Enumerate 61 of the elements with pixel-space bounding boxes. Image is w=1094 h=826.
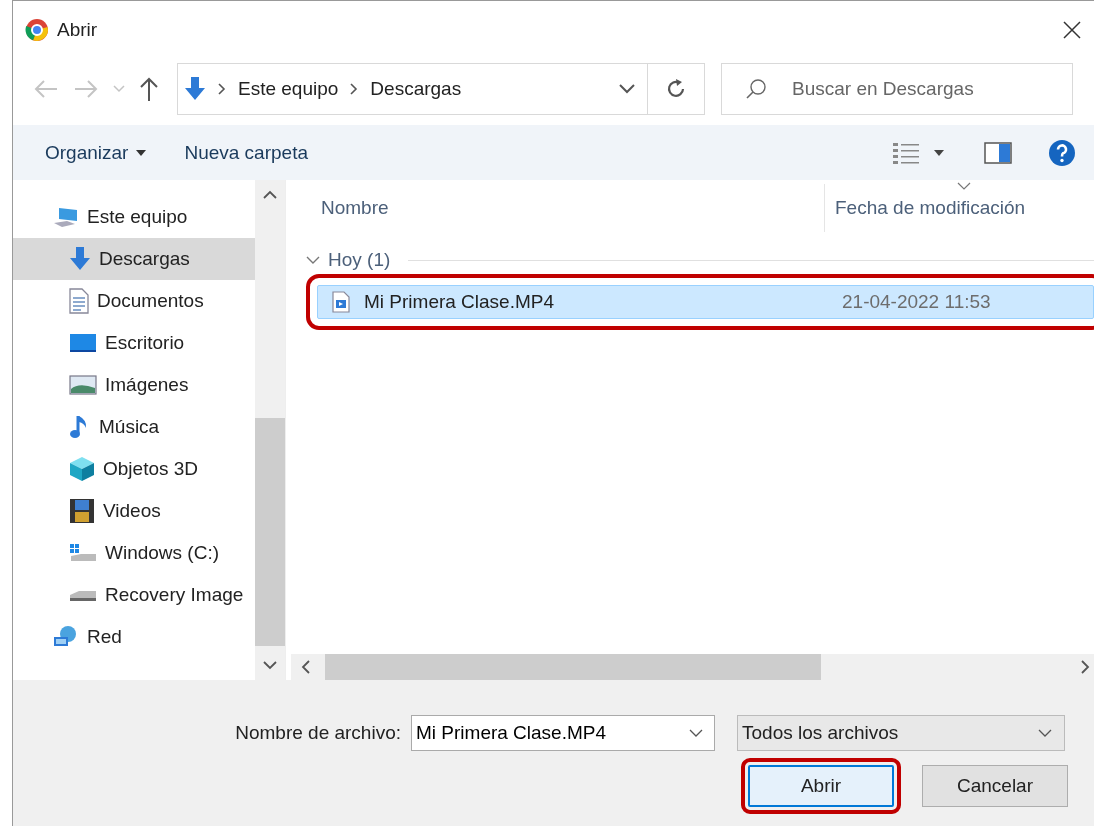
cube-icon xyxy=(69,456,95,482)
cancel-button[interactable]: Cancelar xyxy=(922,765,1068,807)
chevron-right-icon xyxy=(218,83,226,95)
group-header[interactable]: Hoy (1) xyxy=(328,249,391,271)
column-header[interactable]: Fecha de modificación xyxy=(824,183,1026,232)
drive-icon xyxy=(69,588,97,602)
file-name-label: Nombre de archivo: xyxy=(234,722,402,744)
sidebar-item[interactable]: Imágenes xyxy=(13,364,255,406)
chevron-down-icon xyxy=(1038,729,1052,737)
scroll-down-icon[interactable] xyxy=(263,660,277,670)
computer-icon xyxy=(53,206,79,228)
file-name-field[interactable]: Mi Primera Clase.MP4 xyxy=(411,715,715,751)
sidebar-item[interactable]: Este equipo xyxy=(13,196,255,238)
close-icon[interactable] xyxy=(1062,19,1082,40)
up-arrow-icon[interactable] xyxy=(139,76,159,102)
sidebar-item[interactable]: Escritorio xyxy=(13,322,255,364)
sidebar-item[interactable]: Objetos 3D xyxy=(13,448,255,490)
download-icon xyxy=(69,247,91,271)
scroll-left-icon[interactable] xyxy=(301,660,311,674)
new-folder-button[interactable]: Nueva carpeta xyxy=(172,135,320,170)
chevron-down-icon[interactable] xyxy=(689,729,703,737)
refresh-icon xyxy=(665,78,687,100)
sidebar-item[interactable]: Descargas xyxy=(13,238,255,280)
download-icon xyxy=(184,77,206,101)
search-icon xyxy=(745,78,767,100)
picture-icon xyxy=(69,374,97,396)
window-title: Abrir xyxy=(57,18,99,41)
sidebar-item[interactable]: Windows (C:) xyxy=(13,532,255,574)
breadcrumb[interactable]: Este equipo xyxy=(238,78,339,100)
help-icon[interactable] xyxy=(1048,138,1076,167)
chevron-right-icon xyxy=(350,83,359,95)
scroll-up-icon[interactable] xyxy=(263,190,277,200)
sidebar-item[interactable]: Recovery Image xyxy=(13,574,255,616)
scrollbar-thumb[interactable] xyxy=(255,418,285,646)
sidebar-item[interactable]: Documentos xyxy=(13,280,255,322)
film-icon xyxy=(69,498,95,524)
breadcrumb[interactable]: Descargas xyxy=(370,78,462,100)
drive-icon xyxy=(69,542,97,564)
network-icon xyxy=(53,625,79,649)
horizontal-scrollbar[interactable] xyxy=(291,654,1094,680)
sidebar-item[interactable]: Música xyxy=(13,406,255,448)
preview-pane-icon[interactable] xyxy=(984,141,1012,164)
browser-icon xyxy=(25,17,49,42)
caret-icon xyxy=(136,149,147,156)
search-field[interactable]: Buscar en Descargas xyxy=(721,63,1073,115)
view-options-icon[interactable] xyxy=(892,140,920,165)
column-header[interactable]: Nombre xyxy=(291,196,824,219)
video-file-icon xyxy=(332,291,350,313)
file-type-dropdown[interactable]: Todos los archivos xyxy=(737,715,1065,751)
dropdown-icon[interactable] xyxy=(619,84,635,94)
address-bar[interactable]: Este equipo Descargas xyxy=(177,63,705,115)
scrollbar-thumb[interactable] xyxy=(325,654,821,680)
desktop-icon xyxy=(69,332,97,354)
document-icon xyxy=(69,288,89,314)
sort-chevron-icon xyxy=(957,182,971,190)
organize-menu-button[interactable]: Organizar xyxy=(33,135,159,170)
scroll-right-icon[interactable] xyxy=(1080,660,1090,674)
vertical-scrollbar[interactable] xyxy=(255,180,285,680)
caret-icon[interactable] xyxy=(934,149,944,156)
sidebar-item[interactable]: Red xyxy=(13,616,255,658)
sidebar-item[interactable]: Videos xyxy=(13,490,255,532)
